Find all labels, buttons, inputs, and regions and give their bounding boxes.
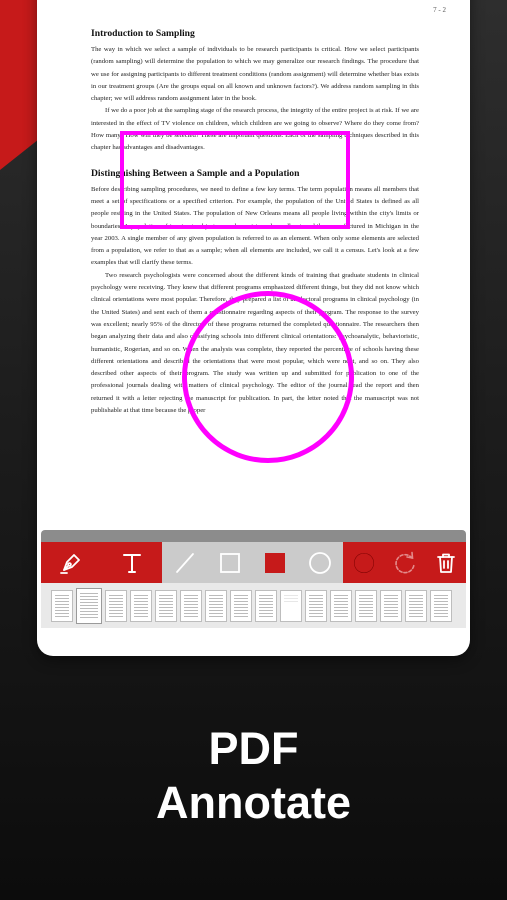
- page-thumbnail-strip: [51, 587, 456, 624]
- page-thumbnail[interactable]: [155, 589, 177, 622]
- page-thumbnail[interactable]: [380, 589, 402, 622]
- circle-outline-tool-button[interactable]: [298, 542, 343, 583]
- line-icon: [175, 552, 194, 573]
- rectangle-outline-icon: [219, 552, 240, 573]
- page-thumbnail[interactable]: [205, 589, 227, 622]
- redo-button[interactable]: [384, 542, 425, 583]
- page-thumbnail[interactable]: [180, 589, 202, 622]
- rectangle-filled-icon: [265, 552, 286, 573]
- rectangle-outline-tool-button[interactable]: [207, 542, 252, 583]
- page-thumbnail[interactable]: [330, 589, 352, 622]
- page-thumbnail[interactable]: [405, 589, 427, 622]
- toolbar-shape-group: [162, 542, 343, 583]
- text-icon: [122, 553, 141, 573]
- toolbar-right-group: [343, 542, 466, 583]
- page-thumbnail[interactable]: [255, 589, 277, 622]
- toolbar-left-group: [41, 542, 162, 583]
- page-thumbnail[interactable]: [105, 589, 127, 622]
- page-thumbnail[interactable]: [130, 589, 152, 622]
- page-thumbnail[interactable]: [355, 589, 377, 622]
- pen-tool-button[interactable]: [41, 542, 102, 583]
- rectangle-filled-tool-button[interactable]: [253, 542, 298, 583]
- pdf-page[interactable]: 7 - 2 Introduction to Sampling The way i…: [37, 0, 470, 530]
- headline-line-1: PDF: [208, 723, 299, 774]
- circle-filled-icon: [353, 552, 374, 573]
- headline-line-2: Annotate: [156, 777, 351, 828]
- circle-annotation[interactable]: [182, 291, 354, 463]
- heading-introduction: Introduction to Sampling: [91, 28, 195, 39]
- delete-button[interactable]: [425, 542, 466, 583]
- trash-icon: [436, 553, 455, 573]
- page-thumbnail[interactable]: [51, 589, 73, 622]
- page-number: 7 - 2: [433, 6, 446, 14]
- rectangle-annotation[interactable]: [120, 131, 350, 229]
- circle-outline-icon: [309, 551, 332, 574]
- annotation-toolbar: [41, 542, 466, 583]
- redo-icon: [394, 551, 415, 573]
- page-thumbnail[interactable]: [280, 589, 302, 622]
- promo-headline: PDF Annotate: [0, 722, 507, 830]
- page-scroll-strip[interactable]: [41, 530, 466, 542]
- line-tool-button[interactable]: [162, 542, 207, 583]
- page-thumbnail[interactable]: [305, 589, 327, 622]
- page-thumbnail[interactable]: [230, 589, 252, 622]
- device-frame: 7 - 2 Introduction to Sampling The way i…: [37, 0, 470, 656]
- circle-filled-tool-button[interactable]: [343, 542, 384, 583]
- page-thumbnail[interactable]: [430, 589, 452, 622]
- paragraph: The way in which we select a sample of i…: [91, 46, 419, 103]
- text-tool-button[interactable]: [102, 542, 163, 583]
- page-thumbnail[interactable]: [76, 587, 102, 624]
- pen-icon: [60, 553, 81, 574]
